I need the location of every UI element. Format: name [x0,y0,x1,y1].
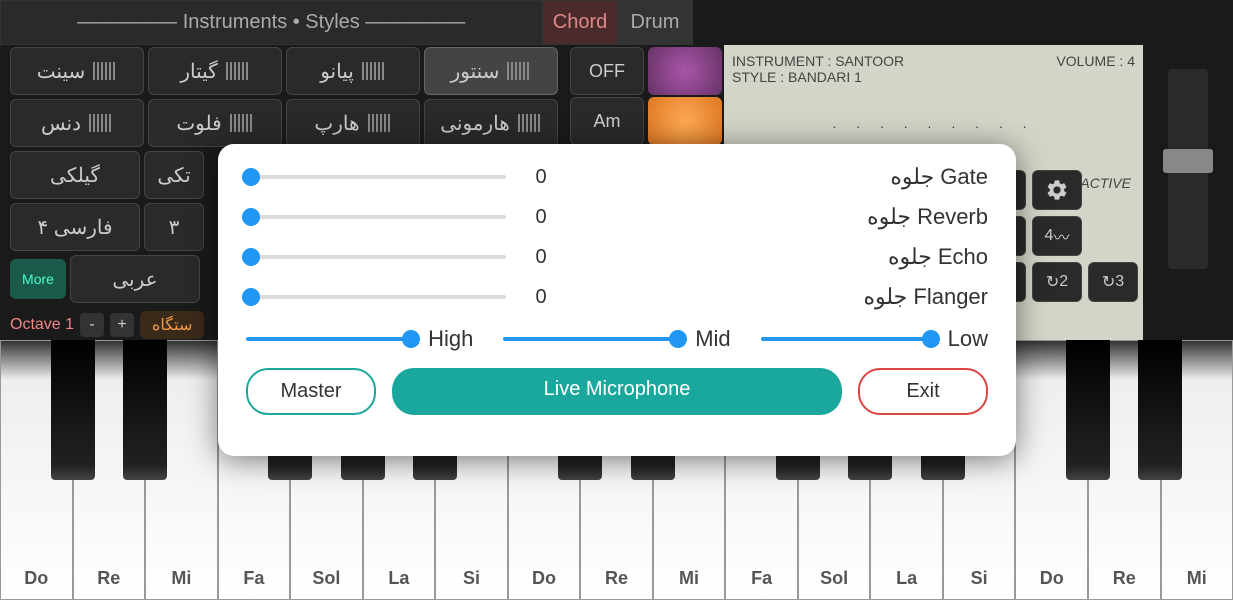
fx-slider-2[interactable] [246,255,506,259]
volume-panel [1143,45,1233,340]
lcd-instrument: INSTRUMENT : SANTOOR [732,53,904,69]
key-label: Do [532,568,556,589]
keys-icon [362,62,386,80]
header-drum[interactable]: Drum [618,0,693,45]
lcd-volume: VOLUME : 4 [1056,53,1135,69]
instrument-flute[interactable]: فلوت [148,99,282,147]
key-label: Mi [679,568,699,589]
fx-label-0: جلوه Gate [576,164,988,190]
loop-icon: ↻ [1046,272,1059,292]
instrument-piano[interactable]: پیانو [286,47,420,95]
key-label: Re [97,568,120,589]
octave-minus[interactable]: - [80,313,104,337]
eq-mid-slider[interactable] [503,337,683,341]
wave-4-button[interactable]: 4〰 [1032,216,1082,256]
instrument-arabic[interactable]: عربی [70,255,200,303]
instrument-3[interactable]: ۳ [144,203,204,251]
instrument-gilaki[interactable]: گیلکی [10,151,140,199]
instrument-santoor[interactable]: سنتور [424,47,558,95]
key-label: Fa [751,568,772,589]
fx-value-1: 0 [526,206,556,229]
key-label: Si [971,568,988,589]
key-label: Re [605,568,628,589]
key-label: Re [1113,568,1136,589]
key-label: La [388,568,409,589]
eq-high-slider[interactable] [246,337,416,341]
black-key-14[interactable] [1066,340,1110,480]
exit-button[interactable]: Exit [858,368,988,415]
eq-low-slider[interactable] [761,337,936,341]
eq-low-label: Low [948,326,988,352]
eq-mid-label: Mid [695,326,730,352]
keys-icon [230,114,254,132]
fx-value-2: 0 [526,246,556,269]
key-label: Mi [1187,568,1207,589]
dastgah-button[interactable]: ستگاه [140,311,204,339]
loop-icon: ↻ [1102,272,1115,292]
live-microphone-button[interactable]: Live Microphone [392,368,842,415]
instrument-dance[interactable]: دنس [10,99,144,147]
key-label: Si [463,568,480,589]
fx-label-2: جلوه Echo [576,244,988,270]
key-label: Do [24,568,48,589]
fx-value-0: 0 [526,166,556,189]
loop-3-button[interactable]: ↻3 [1088,262,1138,302]
fx-label-3: جلوه Flanger [576,284,988,310]
instrument-harp[interactable]: هارپ [286,99,420,147]
black-key-0[interactable] [51,340,95,480]
lcd-dots: . . . . . . . . . [732,115,1135,131]
fx-value-3: 0 [526,286,556,309]
drum-pad-2[interactable] [648,97,722,145]
black-key-15[interactable] [1138,340,1182,480]
chord-off[interactable]: OFF [570,47,644,95]
header-chord[interactable]: Chord [543,0,618,45]
fx-slider-3[interactable] [246,295,506,299]
volume-slider[interactable] [1168,69,1208,269]
key-label: Sol [820,568,848,589]
key-label: Do [1040,568,1064,589]
instrument-guitar[interactable]: گیتار [148,47,282,95]
instrument-synth[interactable]: سینت [10,47,144,95]
key-label: Sol [312,568,340,589]
more-button[interactable]: More [10,259,66,299]
keys-icon [93,62,117,80]
header-instruments-styles[interactable]: ————— Instruments • Styles ————— [0,0,543,45]
master-button[interactable]: Master [246,368,376,415]
drum-pad-1[interactable] [648,47,722,95]
loop-2-button[interactable]: ↻2 [1032,262,1082,302]
wave-icon: 〰 [1053,224,1069,248]
keys-icon [507,62,531,80]
settings-button[interactable] [1032,170,1082,210]
black-key-1[interactable] [123,340,167,480]
fx-slider-1[interactable] [246,215,506,219]
octave-plus[interactable]: + [110,313,134,337]
chord-am[interactable]: Am [570,97,644,145]
instrument-harmony[interactable]: هارمونی [424,99,558,147]
keys-icon [89,114,113,132]
fx-label-1: جلوه Reverb [576,204,988,230]
key-label: Mi [171,568,191,589]
keys-icon [518,114,542,132]
fx-slider-0[interactable] [246,175,506,179]
key-label: Fa [243,568,264,589]
keys-icon [226,62,250,80]
octave-label: Octave 1 [10,316,74,334]
volume-thumb[interactable] [1163,149,1213,173]
effects-modal: 0 جلوه Gate 0 جلوه Reverb 0 جلوه Echo 0 … [218,144,1016,456]
eq-high-label: High [428,326,473,352]
instrument-taki[interactable]: تکی [144,151,204,199]
lcd-style: STYLE : BANDARI 1 [732,69,1135,85]
keys-icon [368,114,392,132]
key-label: La [896,568,917,589]
instrument-farsi4[interactable]: فارسی ۴ [10,203,140,251]
